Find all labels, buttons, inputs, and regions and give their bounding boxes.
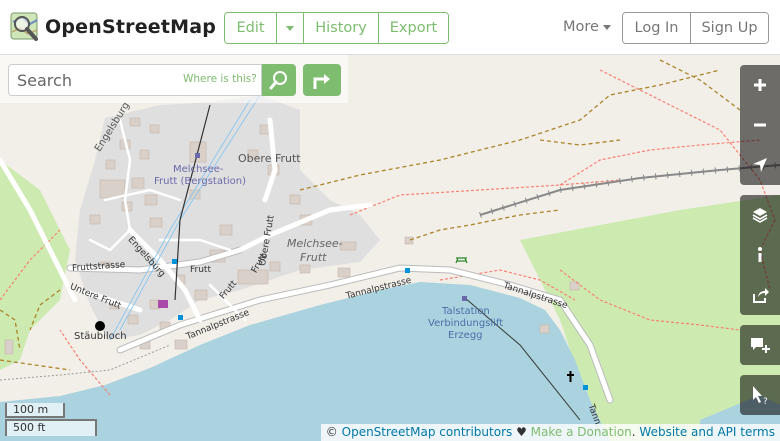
minus-icon (754, 123, 766, 127)
share-icon (753, 288, 769, 303)
search-icon (269, 71, 287, 90)
edit-button[interactable]: Edit (225, 13, 277, 43)
directions-button[interactable] (303, 64, 341, 96)
contributors-link[interactable]: OpenStreetMap contributors (342, 425, 513, 439)
query-features-button[interactable]: ? (740, 375, 780, 415)
layers-icon (752, 208, 768, 223)
chevron-down-icon (286, 25, 294, 31)
label-talstation-2: Verbindungslift (428, 318, 504, 329)
login-button[interactable]: Log In (623, 13, 691, 43)
note-add-icon (751, 338, 770, 353)
donation-link[interactable]: Make a Donation (531, 425, 632, 439)
plus-icon (754, 79, 766, 91)
map-canvas[interactable]: Engelsburg Melchsee- Frutt (Bergstation)… (0, 55, 780, 441)
edit-history-export-group: Edit History Export (224, 12, 449, 44)
map-key-button[interactable] (740, 235, 780, 275)
layers-button[interactable] (740, 195, 780, 235)
terms-link[interactable]: Website and API terms (639, 425, 775, 439)
zoom-in-button[interactable] (740, 65, 780, 105)
label-talstation-3: Erzegg (448, 330, 483, 341)
location-arrow-icon (753, 158, 767, 172)
share-button[interactable] (740, 275, 780, 315)
brand-title[interactable]: OpenStreetMap (45, 16, 216, 38)
label-melchsee-bergstation-1: Melchsee- (173, 164, 224, 175)
scale-imperial: 500 ft (5, 419, 97, 436)
chevron-down-icon (602, 24, 611, 30)
label-frutt-1: Frutt (190, 265, 211, 275)
label-staubiloch: Stäubiloch (74, 331, 127, 342)
edit-dropdown-button[interactable] (277, 13, 304, 43)
history-button[interactable]: History (304, 13, 379, 43)
label-obere-frutt: Obere Frutt (238, 152, 301, 165)
attribution-bar: © OpenStreetMap contributors ♥ Make a Do… (320, 424, 780, 441)
scale-metric: 100 m (5, 403, 65, 418)
where-is-this-link[interactable]: Where is this? (183, 73, 257, 85)
search-button[interactable] (262, 64, 296, 96)
label-talstation-1: Talstation (442, 306, 490, 317)
label-melchsee-frutt-1: Melchsee- (287, 237, 343, 250)
add-note-button[interactable] (740, 325, 780, 365)
more-menu[interactable]: More (563, 19, 611, 35)
account-group: Log In Sign Up (622, 12, 769, 44)
top-header: OpenStreetMap Edit History Export More L… (0, 0, 780, 55)
signup-button[interactable]: Sign Up (691, 13, 768, 43)
label-melchsee-bergstation-2: Frutt (Bergstation) (154, 176, 247, 187)
query-cursor-icon: ? (753, 386, 768, 405)
export-button[interactable]: Export (379, 13, 448, 43)
label-melchsee-frutt-2: Frutt (300, 251, 327, 264)
svg-text:?: ? (763, 397, 768, 405)
copyright-text: © (325, 425, 342, 439)
directions-icon (313, 74, 330, 89)
heart-text: ♥ (512, 425, 531, 439)
locate-button[interactable] (740, 145, 780, 185)
zoom-out-button[interactable] (740, 105, 780, 145)
info-icon (758, 247, 762, 262)
osm-logo-icon[interactable] (10, 12, 40, 42)
more-label: More (563, 19, 599, 35)
